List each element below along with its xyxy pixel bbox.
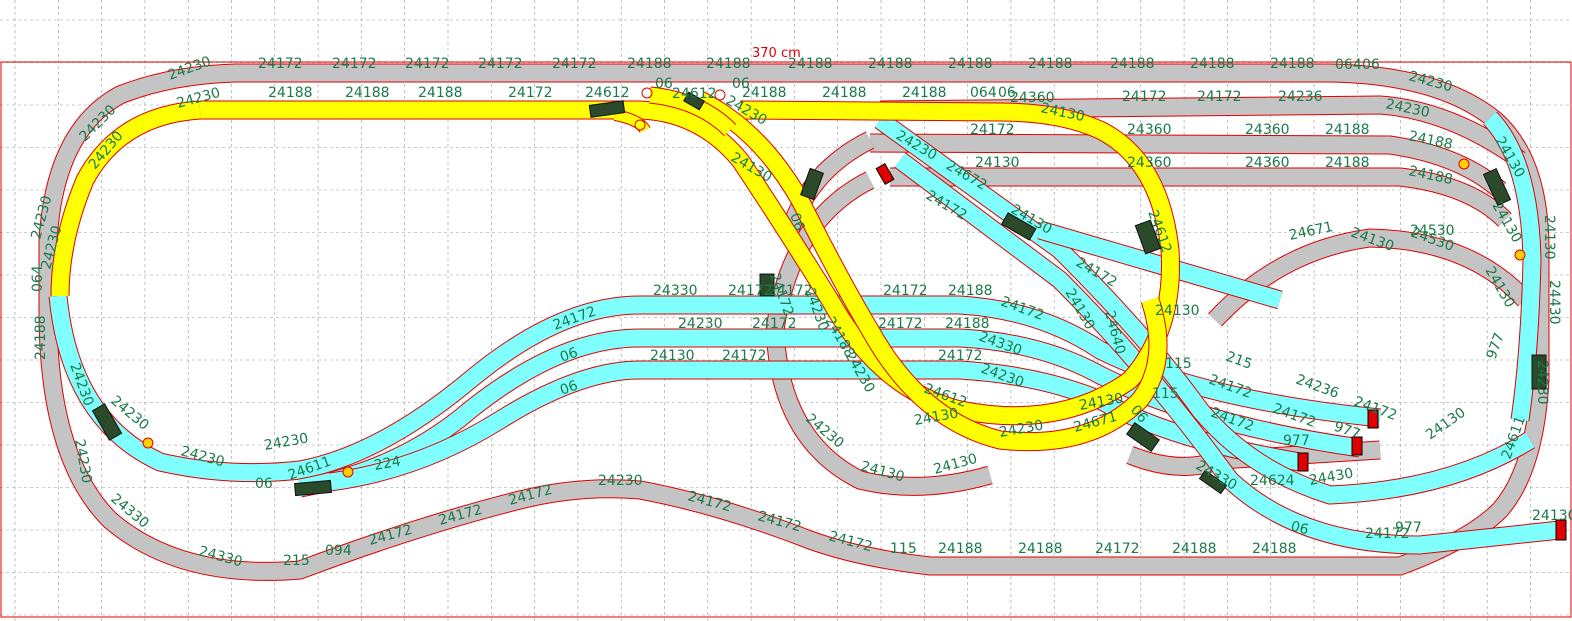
track-part-label: 24188 bbox=[1110, 56, 1155, 72]
feeder-icon bbox=[142, 437, 154, 449]
track-part-label: 24188 bbox=[868, 56, 913, 72]
track-part-label: 24172 bbox=[332, 56, 377, 72]
buffer-stop-icon bbox=[875, 163, 895, 185]
track-part-label: 064 bbox=[30, 265, 46, 292]
track-part-label: 06 bbox=[255, 476, 273, 492]
feeder-icon bbox=[1458, 158, 1470, 170]
track-part-label: 24172 bbox=[728, 283, 773, 299]
track-part-label: 24360 bbox=[1245, 122, 1290, 138]
track-part-label: 977 bbox=[1283, 433, 1310, 449]
track-part-label: 24172 bbox=[1095, 541, 1140, 557]
track-part-label: 24360 bbox=[1127, 122, 1172, 138]
turnout-motor-icon bbox=[294, 479, 332, 497]
track-part-label: 24172 bbox=[1197, 89, 1242, 105]
track-part-label: 24612 bbox=[585, 85, 630, 101]
track-part-label: 24188 bbox=[1028, 56, 1073, 72]
track-part-label: 24624 bbox=[1250, 473, 1295, 489]
feeder-icon bbox=[342, 466, 354, 478]
track-part-label: 24188 bbox=[418, 85, 463, 101]
track-part-label: 24230 bbox=[598, 473, 643, 489]
track-part-label: 24130 bbox=[975, 155, 1020, 171]
track-part-label: 24188 bbox=[345, 85, 390, 101]
track-part-label: 24330 bbox=[653, 283, 698, 299]
track-part-label: 24188 bbox=[1325, 155, 1370, 171]
track-part-label: 064 bbox=[970, 85, 997, 101]
track-part-label: 24188 bbox=[1252, 541, 1297, 557]
track-part-label: 24172 bbox=[1122, 89, 1167, 105]
buffer-stop-icon bbox=[1297, 452, 1309, 472]
track-part-label: 24188 bbox=[822, 85, 867, 101]
track-part-label: 24430 bbox=[1546, 280, 1562, 325]
track-part-label: 24188 bbox=[1018, 541, 1063, 557]
track-part-label: 06 bbox=[1362, 57, 1380, 73]
track-part-label: 24230 bbox=[1534, 360, 1550, 405]
track-part-label: 24188 bbox=[948, 283, 993, 299]
track-part-label: 24188 bbox=[1325, 122, 1370, 138]
track-part-label: 24172 bbox=[1365, 526, 1410, 542]
track-part-label: 215 bbox=[1224, 349, 1255, 373]
track-part-label: 24172 bbox=[878, 316, 923, 332]
track-part-label: 24130 bbox=[1423, 405, 1469, 444]
track-part-label: 24130 bbox=[650, 348, 695, 364]
track-part-label: 24230 bbox=[263, 430, 310, 453]
track-part-label: 24172 bbox=[752, 316, 797, 332]
track-part-label: 24188 bbox=[1190, 56, 1235, 72]
track-part-label: 24172 bbox=[552, 56, 597, 72]
track-part-label: 094 bbox=[325, 543, 352, 559]
track-part-label: 24172 bbox=[938, 348, 983, 364]
track-part-label: 24172 bbox=[722, 348, 767, 364]
track-part-label: 115 bbox=[1152, 386, 1179, 402]
track-part-label: 24188 bbox=[627, 56, 672, 72]
track-part-label: 115 bbox=[1165, 356, 1192, 372]
track-part-label: 24188 bbox=[706, 56, 751, 72]
track-plan-canvas: 370 cm 24230 24172 24172 24172 24172 24172 241… bbox=[0, 0, 1572, 621]
track-part-label: 24188 bbox=[902, 85, 947, 101]
track-part-label: 24188 bbox=[938, 541, 983, 557]
track-part-label: 24188 bbox=[788, 56, 833, 72]
track-part-label: 24130 bbox=[1155, 303, 1200, 319]
track-part-label: 215 bbox=[283, 553, 310, 569]
track-part-label: 24236 bbox=[1294, 372, 1341, 402]
track-part-label: 064 bbox=[1335, 57, 1362, 73]
feeder-icon bbox=[1514, 249, 1526, 261]
track-part-label: 24188 bbox=[268, 85, 313, 101]
track-part-label: 24188 bbox=[948, 56, 993, 72]
track-part-label: 24188 bbox=[33, 315, 49, 360]
track-part-label: 24188 bbox=[1172, 541, 1217, 557]
track-part-label: 24360 bbox=[1245, 155, 1290, 171]
track-part-label: 24230 bbox=[678, 316, 723, 332]
track-part-label: 115 bbox=[890, 541, 917, 557]
track-part-label: 24130 bbox=[1541, 215, 1557, 260]
track-part-label: 977 bbox=[1484, 331, 1508, 362]
track-part-label: 24188 bbox=[1270, 56, 1315, 72]
track-part-label: 24172 bbox=[478, 56, 523, 72]
turnout-motor-icon bbox=[799, 167, 825, 201]
track-part-label: 24612 bbox=[672, 86, 717, 102]
track-part-label: 24172 bbox=[970, 122, 1015, 138]
track-part-label: 24172 bbox=[405, 56, 450, 72]
track-part-label: 24172 bbox=[883, 283, 928, 299]
track-part-label: 24360 bbox=[1127, 155, 1172, 171]
track-part-label: 24188 bbox=[742, 85, 787, 101]
track-part-label: 24236 bbox=[1278, 89, 1323, 105]
track-part-label: 24172 bbox=[508, 85, 553, 101]
track-part-label: 24172 bbox=[258, 56, 303, 72]
track-part-label: 24130 bbox=[1532, 508, 1572, 524]
track-part-label: 06 bbox=[655, 76, 673, 92]
